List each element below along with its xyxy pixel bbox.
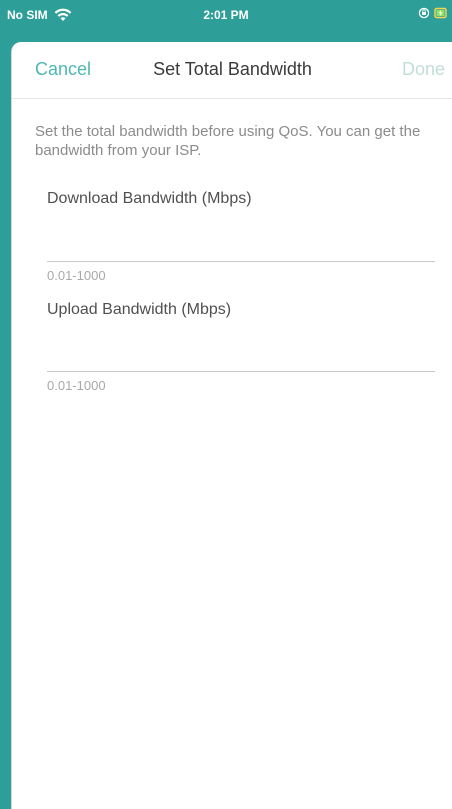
nav-bar: Cancel Set Total Bandwidth Done xyxy=(12,42,452,99)
status-time: 2:01 PM xyxy=(203,8,249,22)
status-right xyxy=(418,7,448,19)
download-bandwidth-label: Download Bandwidth (Mbps) xyxy=(47,190,252,207)
download-bandwidth-input[interactable] xyxy=(47,231,435,262)
page-title: Set Total Bandwidth xyxy=(153,59,312,79)
upload-bandwidth-hint: 0.01-1000 xyxy=(47,378,106,393)
description-text: Set the total bandwidth before using QoS… xyxy=(35,123,421,159)
upload-bandwidth-input[interactable] xyxy=(47,341,435,372)
orientation-lock-icon xyxy=(418,7,430,19)
modal-sheet: Cancel Set Total Bandwidth Done Set the … xyxy=(11,42,452,809)
status-bar: No SIM 2:01 PM xyxy=(0,0,452,42)
battery-charging-icon xyxy=(434,7,447,19)
upload-bandwidth-label: Upload Bandwidth (Mbps) xyxy=(47,301,232,318)
done-button[interactable]: Done xyxy=(402,59,445,80)
download-bandwidth-hint: 0.01-1000 xyxy=(47,268,106,283)
app-screen: No SIM 2:01 PM Cancel Set Total Bandwidt… xyxy=(0,0,452,809)
